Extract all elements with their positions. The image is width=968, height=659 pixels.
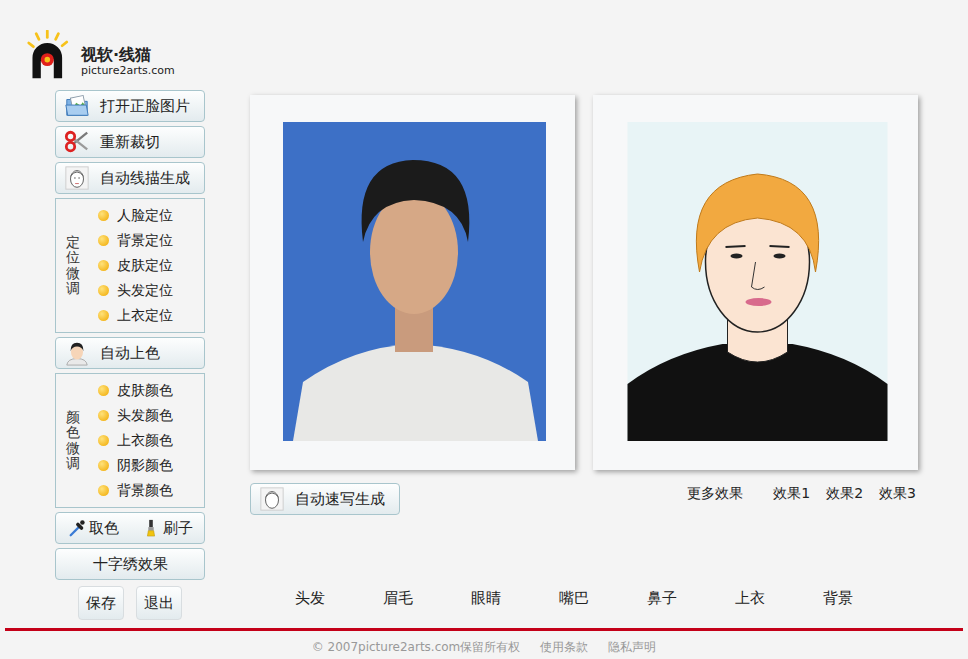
brush-icon xyxy=(142,519,160,537)
cross-stitch-button[interactable]: 十字绣效果 xyxy=(55,548,205,580)
adjust-option[interactable]: 皮肤颜色 xyxy=(98,378,173,403)
effects-bar: 更多效果 效果1 效果2 效果3 xyxy=(687,483,918,503)
adjust-option[interactable]: 上衣颜色 xyxy=(98,428,173,453)
feature-link[interactable]: 鼻子 xyxy=(647,589,677,608)
feature-link[interactable]: 嘴巴 xyxy=(559,589,589,608)
open-picture-icon xyxy=(64,93,90,119)
sidebar-button[interactable]: 自动上色 xyxy=(55,337,205,369)
sidebar-button[interactable]: 打开正脸图片 xyxy=(55,90,205,122)
bullet-dot-icon xyxy=(98,310,109,321)
adjust-option[interactable]: 背景定位 xyxy=(98,228,173,253)
sketch-face-icon xyxy=(259,486,285,512)
source-photo-frame xyxy=(250,95,575,470)
tool-bar: 取色 刷子 xyxy=(55,512,205,544)
action-button[interactable]: 保存 xyxy=(78,586,124,620)
logo: 视软·线猫picture2arts.com xyxy=(25,30,205,86)
main-area: 自动速写生成 更多效果 效果1 效果2 效果3 头发 眉毛 眼睛 嘴巴 鼻子 上衣 背景 xyxy=(205,0,918,628)
adjust-group: 定位微调 人脸定位背景定位皮肤定位头发定位上衣定位 xyxy=(55,198,205,333)
feature-link[interactable]: 眼睛 xyxy=(471,589,501,608)
copyright: © 2007picture2arts.com保留所有权 xyxy=(312,639,521,656)
adjust-group: 颜色微调 皮肤颜色头发颜色上衣颜色阴影颜色背景颜色 xyxy=(55,373,205,508)
adjust-option[interactable]: 人脸定位 xyxy=(98,203,173,228)
adjust-option[interactable]: 阴影颜色 xyxy=(98,453,173,478)
group-title: 颜色微调 xyxy=(66,410,80,472)
cartoon-result-frame xyxy=(593,95,918,470)
bullet-dot-icon xyxy=(98,485,109,496)
sidebar-button[interactable]: 重新裁切 xyxy=(55,126,205,158)
workspace: 视软·线猫picture2arts.com 打开正脸图片重新裁切自动线描生成定位微… xyxy=(0,0,968,628)
line-sketch-face-icon xyxy=(64,165,90,191)
bullet-dot-icon xyxy=(98,410,109,421)
footer-link[interactable]: 隐私声明 xyxy=(608,639,656,656)
effect-link[interactable]: 效果1 xyxy=(773,485,810,503)
feature-link[interactable]: 上衣 xyxy=(735,589,765,608)
scissors-icon xyxy=(64,129,90,155)
bullet-dot-icon xyxy=(98,285,109,296)
colored-face-icon xyxy=(64,340,90,366)
bullet-dot-icon xyxy=(98,460,109,471)
feature-bar: 头发 眉毛 眼睛 嘴巴 鼻子 上衣 背景 xyxy=(250,589,918,608)
bullet-dot-icon xyxy=(98,385,109,396)
adjust-option[interactable]: 头发定位 xyxy=(98,278,173,303)
feature-link[interactable]: 眉毛 xyxy=(383,589,413,608)
sun-logo-icon xyxy=(25,30,77,80)
auto-sketch-button[interactable]: 自动速写生成 xyxy=(250,483,400,515)
footer: © 2007picture2arts.com保留所有权 使用条款 隐私声明 xyxy=(0,631,968,656)
bullet-dot-icon xyxy=(98,210,109,221)
adjust-option[interactable]: 皮肤定位 xyxy=(98,253,173,278)
source-photo xyxy=(283,122,546,441)
sidebar-button[interactable]: 自动线描生成 xyxy=(55,162,205,194)
tool-button[interactable]: 取色 xyxy=(68,519,119,538)
adjust-option[interactable]: 上衣定位 xyxy=(98,303,173,328)
cartoon-result xyxy=(626,122,889,441)
tool-button[interactable]: 刷子 xyxy=(142,519,193,538)
bullet-dot-icon xyxy=(98,435,109,446)
group-title: 定位微调 xyxy=(66,235,80,297)
divider-line xyxy=(5,628,963,631)
bullet-dot-icon xyxy=(98,235,109,246)
feature-link[interactable]: 背景 xyxy=(823,589,853,608)
app-window: 视软·线猫picture2arts.com 打开正脸图片重新裁切自动线描生成定位微… xyxy=(0,0,968,659)
action-button[interactable]: 退出 xyxy=(136,586,182,620)
effect-link[interactable]: 效果3 xyxy=(879,485,916,503)
bullet-dot-icon xyxy=(98,260,109,271)
effect-link[interactable]: 效果2 xyxy=(826,485,863,503)
more-effects-label: 更多效果 xyxy=(687,485,743,503)
action-buttons: 保存退出 xyxy=(55,586,205,620)
logo-url: picture2arts.com xyxy=(81,64,175,78)
eyedropper-icon xyxy=(68,519,86,537)
feature-link[interactable]: 头发 xyxy=(295,589,325,608)
logo-name: 视软·线猫 xyxy=(81,46,175,64)
adjust-option[interactable]: 背景颜色 xyxy=(98,478,173,503)
adjust-option[interactable]: 头发颜色 xyxy=(98,403,173,428)
footer-link[interactable]: 使用条款 xyxy=(540,639,588,656)
sidebar: 视软·线猫picture2arts.com 打开正脸图片重新裁切自动线描生成定位微… xyxy=(0,0,205,628)
